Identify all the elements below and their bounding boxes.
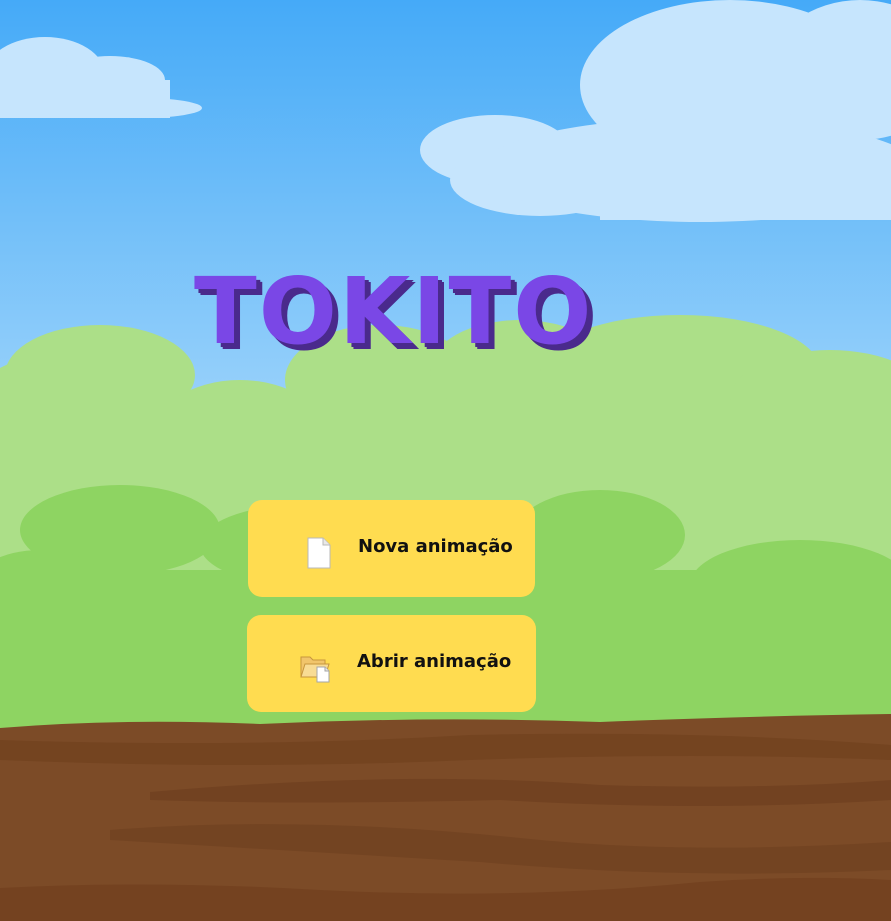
landscape-background — [0, 0, 891, 921]
ground — [0, 714, 891, 921]
new-animation-label: Nova animação — [358, 536, 513, 557]
start-screen: TOKITO Nova animação Abrir animação — [0, 0, 891, 921]
new-document-icon — [303, 537, 335, 569]
open-animation-label: Abrir animação — [357, 651, 512, 672]
open-folder-icon — [299, 651, 331, 683]
open-animation-button[interactable]: Abrir animação — [247, 615, 536, 712]
app-title: TOKITO — [194, 258, 594, 365]
new-animation-button[interactable]: Nova animação — [248, 500, 535, 597]
